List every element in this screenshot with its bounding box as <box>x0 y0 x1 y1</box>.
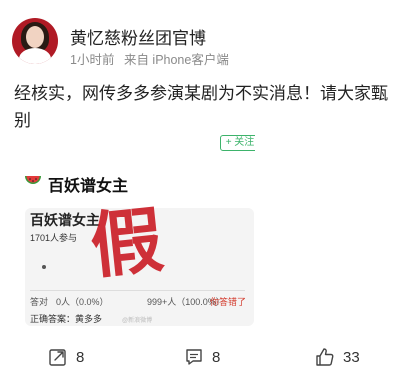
like-icon <box>316 348 334 366</box>
post-header: 黄忆慈粉丝团官博 1小时前 来自 iPhone客户端 <box>12 18 392 68</box>
user-name[interactable]: 黄忆慈粉丝团官博 <box>70 24 206 49</box>
avatar[interactable] <box>12 18 58 64</box>
post-source: 来自 iPhone客户端 <box>123 53 229 67</box>
avatar-body <box>19 48 51 64</box>
quiz-divider <box>30 290 245 291</box>
repost-icon <box>49 349 66 366</box>
post-time: 1小时前 <box>70 53 115 67</box>
fake-stamp: 假 <box>86 196 167 289</box>
quiz-correct-answer: 正确答案：黄多多 <box>30 314 103 324</box>
comment-count: 8 <box>212 348 221 366</box>
quiz-participants: 1701人参与 <box>30 233 78 243</box>
like-count: 33 <box>343 348 360 366</box>
quiz-option-dot <box>42 265 46 269</box>
post-meta: 1小时前 来自 iPhone客户端 <box>70 49 229 68</box>
repost-button[interactable]: 8 <box>48 340 84 374</box>
quiz-answer-label: 答对 <box>30 297 49 307</box>
action-bar: 8 8 33 <box>0 340 406 374</box>
quiz-wrong-label: 你答错了 <box>210 297 247 307</box>
comment-icon <box>186 349 202 365</box>
post-text-line1: 经核实，网传多多参演某剧为不实消息！请大家甄别 <box>14 84 388 130</box>
watermelon-icon <box>25 176 41 184</box>
embedded-image[interactable]: + 关注 百妖谱女主 百妖谱女主 1701人参与 假 答对 0人（0.0%） 9… <box>12 130 255 328</box>
quiz-stat-zero: 0人（0.0%） <box>56 297 109 307</box>
follow-button[interactable]: + 关注 <box>220 135 255 151</box>
like-button[interactable]: 33 <box>315 340 360 374</box>
avatar-face <box>26 26 44 48</box>
repost-count: 8 <box>76 348 85 366</box>
image-watermark: @新浪微博 <box>122 318 153 324</box>
comment-button[interactable]: 8 <box>184 340 220 374</box>
